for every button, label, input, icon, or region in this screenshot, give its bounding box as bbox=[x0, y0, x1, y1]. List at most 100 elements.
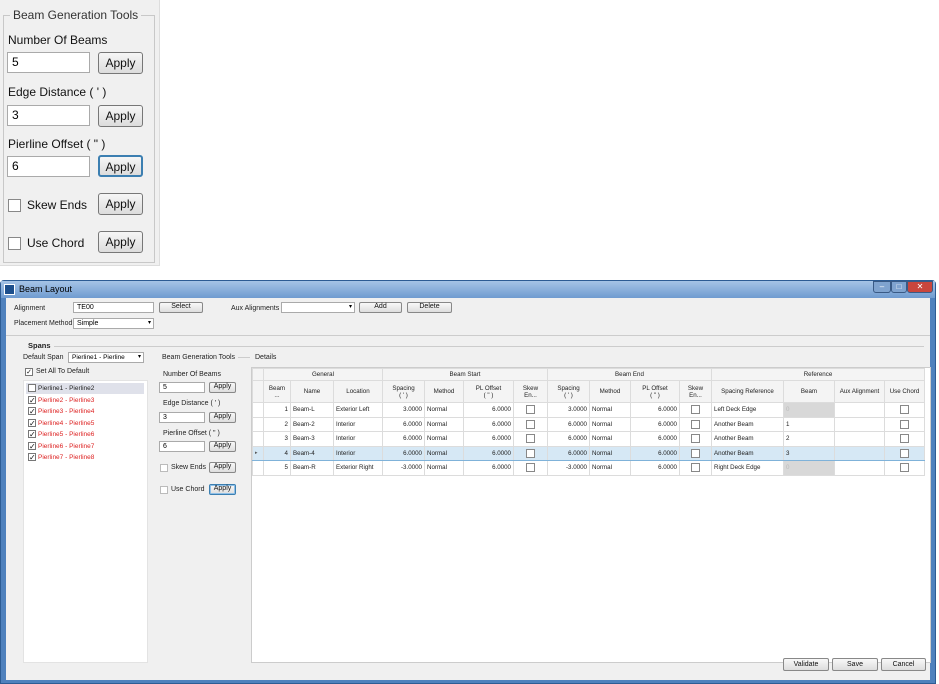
span-checkbox[interactable]: ✓ bbox=[28, 453, 36, 462]
end-pl-offset-cell[interactable]: 6.0000 bbox=[630, 445, 680, 461]
start-spacing-cell[interactable]: 6.0000 bbox=[382, 445, 425, 461]
location-cell[interactable]: Interior bbox=[333, 416, 383, 432]
checkbox[interactable] bbox=[526, 448, 535, 458]
beam-details-grid[interactable]: General Beam Start Beam End Reference Beam .… bbox=[251, 367, 931, 663]
close-button[interactable]: ✕ bbox=[907, 281, 933, 293]
span-checkbox[interactable]: ✓ bbox=[28, 395, 36, 404]
spacing-reference-cell[interactable]: Another Beam bbox=[711, 416, 784, 432]
end-pl-offset-cell[interactable]: 6.0000 bbox=[630, 402, 680, 418]
checkbox[interactable] bbox=[526, 434, 535, 444]
table-row[interactable]: 2 Beam-2 Interior 6.0000 Normal 6.0000 6… bbox=[252, 416, 925, 432]
aux-alignment-cell[interactable] bbox=[834, 445, 885, 461]
span-item[interactable]: Pierline1 - Pierline2 bbox=[26, 383, 144, 394]
start-skew-ends-cell[interactable] bbox=[513, 445, 548, 461]
apply-number-of-beams-button[interactable]: Apply bbox=[98, 52, 143, 74]
checkbox[interactable] bbox=[691, 419, 700, 429]
use-chord-cell[interactable] bbox=[884, 416, 925, 432]
pierline-offset-input[interactable]: 6 bbox=[159, 441, 205, 452]
checkbox[interactable] bbox=[691, 463, 700, 473]
span-checkbox[interactable]: ✓ bbox=[28, 418, 36, 427]
column-header[interactable]: Beam ... bbox=[263, 380, 291, 403]
add-button[interactable]: Add bbox=[359, 302, 402, 313]
span-item[interactable]: ✓ Pierline5 - Pierline6 bbox=[26, 429, 144, 440]
name-cell[interactable]: Beam-3 bbox=[290, 431, 334, 447]
apply-skew-ends-button[interactable]: Apply bbox=[98, 193, 143, 215]
start-spacing-cell[interactable]: 6.0000 bbox=[382, 431, 425, 447]
edge-distance-input[interactable]: 3 bbox=[159, 412, 205, 423]
spacing-reference-cell[interactable]: Another Beam bbox=[711, 431, 784, 447]
row-selector[interactable] bbox=[252, 416, 264, 432]
end-skew-ends-cell[interactable] bbox=[679, 431, 712, 447]
column-header[interactable]: PL Offset ( " ) bbox=[630, 380, 680, 403]
span-list[interactable]: Pierline1 - Pierline2 ✓ Pierline2 - Pierli… bbox=[23, 380, 148, 663]
aux-alignment-cell[interactable] bbox=[834, 460, 885, 476]
checkbox[interactable] bbox=[691, 434, 700, 444]
start-pl-offset-cell[interactable]: 6.0000 bbox=[463, 402, 514, 418]
column-header[interactable]: Method bbox=[589, 380, 631, 403]
spacing-reference-cell[interactable]: Another Beam bbox=[711, 445, 784, 461]
table-row[interactable]: 1 Beam-L Exterior Left 3.0000 Normal 6.0… bbox=[252, 402, 925, 418]
column-header[interactable]: Skew En... bbox=[679, 380, 712, 403]
name-cell[interactable]: Beam-2 bbox=[290, 416, 334, 432]
column-header[interactable]: Spacing Reference bbox=[711, 380, 784, 403]
end-method-cell[interactable]: Normal bbox=[589, 431, 631, 447]
column-header[interactable]: Location bbox=[333, 380, 383, 403]
span-checkbox[interactable]: ✓ bbox=[28, 407, 36, 416]
save-button[interactable]: Save bbox=[832, 658, 878, 671]
start-method-cell[interactable]: Normal bbox=[424, 416, 464, 432]
span-checkbox[interactable] bbox=[28, 384, 36, 392]
end-pl-offset-cell[interactable]: 6.0000 bbox=[630, 460, 680, 476]
span-item[interactable]: ✓ Pierline7 - Pierline8 bbox=[26, 452, 144, 463]
minimize-button[interactable]: – bbox=[873, 281, 891, 293]
end-pl-offset-cell[interactable]: 6.0000 bbox=[630, 431, 680, 447]
spacing-reference-cell[interactable]: Left Deck Edge bbox=[711, 402, 784, 418]
apply-use-chord-button[interactable]: Apply bbox=[209, 484, 236, 495]
start-skew-ends-cell[interactable] bbox=[513, 431, 548, 447]
span-item[interactable]: ✓ Pierline2 - Pierline3 bbox=[26, 395, 144, 406]
number-of-beams-input[interactable]: 5 bbox=[7, 52, 90, 73]
checkbox[interactable] bbox=[900, 419, 909, 429]
skew-ends-checkbox[interactable] bbox=[160, 464, 168, 472]
delete-button[interactable]: Delete bbox=[407, 302, 452, 313]
use-chord-cell[interactable] bbox=[884, 445, 925, 461]
aux-alignment-cell[interactable] bbox=[834, 402, 885, 418]
reference-beam-cell[interactable]: 1 bbox=[783, 416, 835, 432]
checkbox[interactable] bbox=[526, 419, 535, 429]
end-spacing-cell[interactable]: 3.0000 bbox=[547, 402, 590, 418]
row-selector[interactable]: ▸ bbox=[252, 445, 264, 461]
name-cell[interactable]: Beam-4 bbox=[290, 445, 334, 461]
start-pl-offset-cell[interactable]: 6.0000 bbox=[463, 445, 514, 461]
end-method-cell[interactable]: Normal bbox=[589, 460, 631, 476]
apply-pierline-offset-button[interactable]: Apply bbox=[209, 441, 236, 452]
start-pl-offset-cell[interactable]: 6.0000 bbox=[463, 431, 514, 447]
apply-pierline-offset-button[interactable]: Apply bbox=[98, 155, 143, 177]
alignment-input[interactable]: TE00 bbox=[73, 302, 154, 313]
checkbox[interactable] bbox=[900, 463, 909, 473]
aux-alignments-dropdown[interactable]: ▾ bbox=[281, 302, 355, 313]
column-header[interactable]: PL Offset ( " ) bbox=[463, 380, 514, 403]
reference-beam-cell[interactable]: 3 bbox=[783, 445, 835, 461]
aux-alignment-cell[interactable] bbox=[834, 431, 885, 447]
end-method-cell[interactable]: Normal bbox=[589, 402, 631, 418]
checkbox[interactable] bbox=[526, 463, 535, 473]
cancel-button[interactable]: Cancel bbox=[881, 658, 926, 671]
pierline-offset-input[interactable]: 6 bbox=[7, 156, 90, 177]
number-of-beams-input[interactable]: 5 bbox=[159, 382, 205, 393]
use-chord-cell[interactable] bbox=[884, 402, 925, 418]
end-skew-ends-cell[interactable] bbox=[679, 416, 712, 432]
location-cell[interactable]: Interior bbox=[333, 431, 383, 447]
apply-number-of-beams-button[interactable]: Apply bbox=[209, 382, 236, 393]
use-chord-cell[interactable] bbox=[884, 431, 925, 447]
start-method-cell[interactable]: Normal bbox=[424, 402, 464, 418]
checkbox[interactable] bbox=[900, 434, 909, 444]
end-spacing-cell[interactable]: 6.0000 bbox=[547, 416, 590, 432]
placement-method-dropdown[interactable]: Simple ▾ bbox=[73, 318, 154, 329]
validate-button[interactable]: Validate bbox=[783, 658, 829, 671]
start-skew-ends-cell[interactable] bbox=[513, 402, 548, 418]
use-chord-checkbox[interactable] bbox=[160, 486, 168, 494]
apply-skew-ends-button[interactable]: Apply bbox=[209, 462, 236, 473]
select-button[interactable]: Select bbox=[159, 302, 203, 313]
start-spacing-cell[interactable]: -3.0000 bbox=[382, 460, 425, 476]
row-selector[interactable] bbox=[252, 460, 264, 476]
table-row[interactable]: 5 Beam-R Exterior Right -3.0000 Normal 6… bbox=[252, 460, 925, 476]
